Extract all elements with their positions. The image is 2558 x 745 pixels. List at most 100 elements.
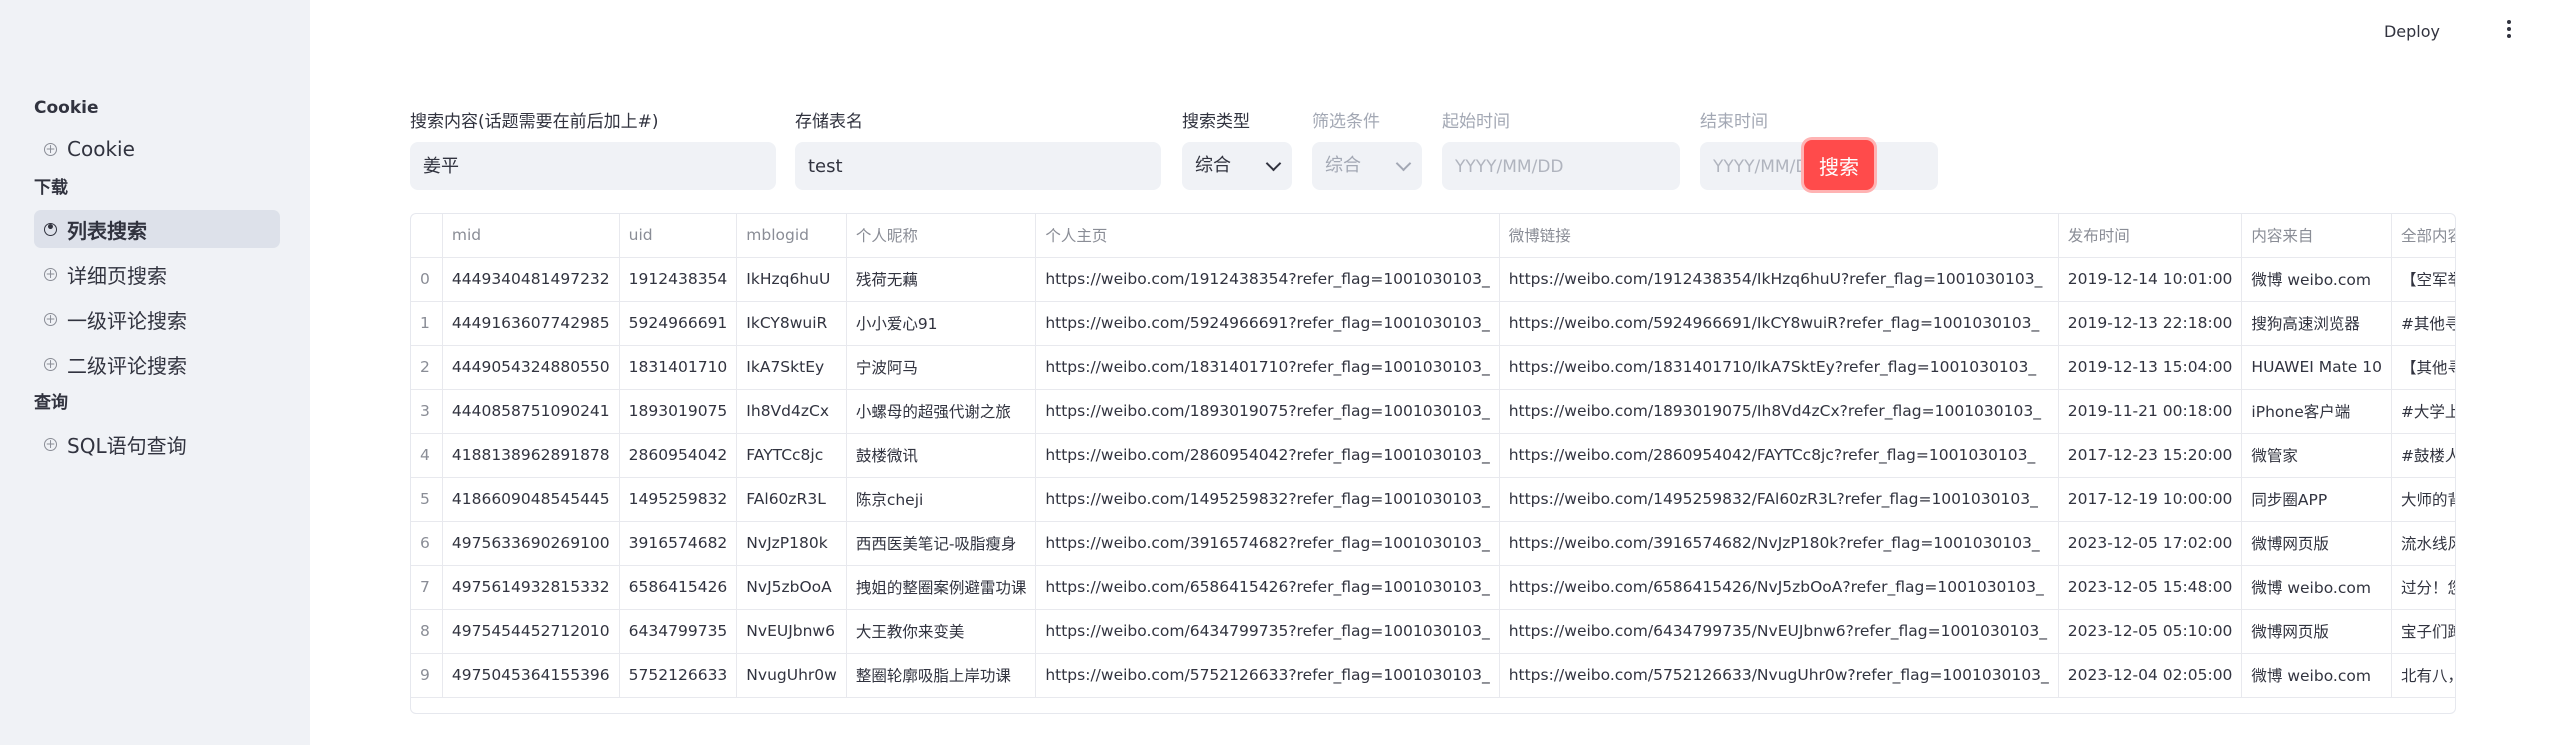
table-cell[interactable]: 2023-12-05 15:48:00: [2058, 565, 2243, 610]
table-cell[interactable]: 搜狗高速浏览器: [2241, 301, 2392, 346]
table-cell[interactable]: 4449340481497232: [442, 257, 620, 302]
table-cell[interactable]: 4188138962891878: [442, 433, 620, 478]
table-row[interactable]: 0 4449340481497232 1912438354 IkHzq6huU 残荷无藕…: [411, 257, 2455, 302]
table-cell[interactable]: 拽姐的整圈案例避雷功课: [846, 565, 1037, 610]
table-cell[interactable]: 4186609048545445: [442, 477, 620, 522]
table-cell[interactable]: 【其他寻人求助: [2391, 345, 2455, 390]
table-cell[interactable]: 4975633690269100: [442, 521, 620, 566]
table-cell[interactable]: 微博 weibo.com: [2241, 653, 2392, 698]
table-cell[interactable]: https://weibo.com/6586415426/NvJ5zbOoA?r…: [1499, 565, 2059, 610]
table-cell[interactable]: 4449163607742985: [442, 301, 620, 346]
sidebar-item-level2-comment-search[interactable]: 二级评论搜索: [34, 345, 280, 383]
table-cell[interactable]: 2019-12-14 10:01:00: [2058, 257, 2243, 302]
table-cell[interactable]: NvJ5zbOoA: [736, 565, 847, 610]
table-cell[interactable]: 小小爱心91: [846, 301, 1037, 346]
row-index[interactable]: 7: [411, 565, 443, 610]
table-cell[interactable]: 2017-12-23 15:20:00: [2058, 433, 2243, 478]
table-cell[interactable]: 同步圈APP: [2241, 477, 2392, 522]
table-cell[interactable]: 3916574682: [619, 521, 738, 566]
table-cell[interactable]: NvugUhr0w: [736, 653, 847, 698]
table-cell[interactable]: IkCY8wuiR: [736, 301, 847, 346]
table-cell[interactable]: https://weibo.com/1495259832/FAl60zR3L?r…: [1499, 477, 2059, 522]
table-row[interactable]: 4 4188138962891878 2860954042 FAYTCc8jc 鼓楼微讯…: [411, 433, 2455, 478]
table-cell[interactable]: 5752126633: [619, 653, 738, 698]
table-cell[interactable]: 4440858751090241: [442, 389, 620, 434]
column-header[interactable]: 个人主页: [1035, 214, 1500, 258]
table-cell[interactable]: https://weibo.com/1495259832?refer_flag=…: [1035, 477, 1500, 522]
table-row[interactable]: 9 4975045364155396 5752126633 NvugUhr0w 整圈轮廓…: [411, 653, 2455, 698]
table-cell[interactable]: https://weibo.com/5752126633/NvugUhr0w?r…: [1499, 653, 2059, 698]
table-cell[interactable]: 1831401710: [619, 345, 738, 390]
row-index[interactable]: 3: [411, 389, 443, 434]
table-cell[interactable]: 微博 weibo.com: [2241, 565, 2392, 610]
row-index[interactable]: 4: [411, 433, 443, 478]
table-cell[interactable]: 6434799735: [619, 609, 738, 654]
table-cell[interactable]: 残荷无藕: [846, 257, 1037, 302]
table-name-input[interactable]: test: [795, 142, 1161, 190]
table-cell[interactable]: 1912438354: [619, 257, 738, 302]
table-cell[interactable]: NvEUJbnw6: [736, 609, 847, 654]
filter-select[interactable]: 综合: [1312, 142, 1422, 190]
table-cell[interactable]: 微博网页版: [2241, 521, 2392, 566]
sidebar-item-list-search[interactable]: 列表搜索: [34, 210, 280, 248]
table-cell[interactable]: 大师的背影…三: [2391, 477, 2455, 522]
table-cell[interactable]: https://weibo.com/1912438354?refer_flag=…: [1035, 257, 1500, 302]
table-cell[interactable]: 2019-12-13 15:04:00: [2058, 345, 2243, 390]
sidebar-item-sql-query[interactable]: SQL语句查询: [34, 425, 280, 463]
table-cell[interactable]: 1893019075: [619, 389, 738, 434]
column-header[interactable]: 微博链接: [1499, 214, 2059, 258]
table-cell[interactable]: 微博 weibo.com: [2241, 257, 2392, 302]
table-cell[interactable]: 微博网页版: [2241, 609, 2392, 654]
column-header[interactable]: uid: [619, 214, 738, 258]
table-cell[interactable]: 6586415426: [619, 565, 738, 610]
column-header[interactable]: 个人昵称: [846, 214, 1037, 258]
sidebar-item-detail-search[interactable]: 详细页搜索: [34, 255, 280, 293]
table-cell[interactable]: 4975454452712010: [442, 609, 620, 654]
table-cell[interactable]: 5924966691: [619, 301, 738, 346]
row-index[interactable]: 5: [411, 477, 443, 522]
column-header[interactable]: 全部内容: [2391, 214, 2455, 258]
table-cell[interactable]: 4975045364155396: [442, 653, 620, 698]
table-cell[interactable]: 2019-11-21 00:18:00: [2058, 389, 2243, 434]
table-cell[interactable]: HUAWEI Mate 10: [2241, 345, 2392, 390]
table-cell[interactable]: 4975614932815332: [442, 565, 620, 610]
table-row[interactable]: 5 4186609048545445 1495259832 FAl60zR3L 陈京ch…: [411, 477, 2455, 522]
table-cell[interactable]: https://weibo.com/5924966691/IkCY8wuiR?r…: [1499, 301, 2059, 346]
row-index[interactable]: 1: [411, 301, 443, 346]
table-row[interactable]: 7 4975614932815332 6586415426 NvJ5zbOoA 拽姐的整…: [411, 565, 2455, 610]
table-cell[interactable]: https://weibo.com/1831401710/IkA7SktEy?r…: [1499, 345, 2059, 390]
start-time-input[interactable]: YYYY/MM/DD: [1442, 142, 1680, 190]
column-header[interactable]: [411, 214, 443, 258]
table-cell[interactable]: 2860954042: [619, 433, 738, 478]
table-cell[interactable]: 陈京cheji: [846, 477, 1037, 522]
row-index[interactable]: 9: [411, 653, 443, 698]
table-cell[interactable]: 2019-12-13 22:18:00: [2058, 301, 2243, 346]
more-vertical-icon[interactable]: [2504, 20, 2514, 44]
table-row[interactable]: 2 4449054324880550 1831401710 IkA7SktEy 宁波阿马…: [411, 345, 2455, 390]
table-cell[interactable]: 小螺母的超强代谢之旅: [846, 389, 1037, 434]
table-cell[interactable]: 4449054324880550: [442, 345, 620, 390]
table-cell[interactable]: #其他寻人# 寻: [2391, 301, 2455, 346]
table-cell[interactable]: FAYTCc8jc: [736, 433, 847, 478]
table-cell[interactable]: https://weibo.com/2860954042/FAYTCc8jc?r…: [1499, 433, 2059, 478]
table-cell[interactable]: Ih8Vd4zCx: [736, 389, 847, 434]
table-cell[interactable]: 微管家: [2241, 433, 2392, 478]
sidebar-item-cookie[interactable]: Cookie: [34, 130, 280, 168]
deploy-button[interactable]: Deploy: [2384, 22, 2440, 41]
search-content-input[interactable]: 姜平: [410, 142, 776, 190]
table-row[interactable]: 1 4449163607742985 5924966691 IkCY8wuiR 小小爱心…: [411, 301, 2455, 346]
table-cell[interactable]: https://weibo.com/6434799735/NvEUJbnw6?r…: [1499, 609, 2059, 654]
table-cell[interactable]: https://weibo.com/5752126633?refer_flag=…: [1035, 653, 1500, 698]
row-index[interactable]: 8: [411, 609, 443, 654]
row-index[interactable]: 0: [411, 257, 443, 302]
column-header[interactable]: mblogid: [736, 214, 847, 258]
search-type-select[interactable]: 综合: [1182, 142, 1292, 190]
table-cell[interactable]: iPhone客户端: [2241, 389, 2392, 434]
table-cell[interactable]: 2023-12-05 17:02:00: [2058, 521, 2243, 566]
table-cell[interactable]: 【空军举行将官: [2391, 257, 2455, 302]
table-cell[interactable]: 大王教你来变美: [846, 609, 1037, 654]
table-cell[interactable]: IkHzq6huU: [736, 257, 847, 302]
table-cell[interactable]: https://weibo.com/1893019075/Ih8Vd4zCx?r…: [1499, 389, 2059, 434]
table-cell[interactable]: https://weibo.com/6586415426?refer_flag=…: [1035, 565, 1500, 610]
table-cell[interactable]: https://weibo.com/6434799735?refer_flag=…: [1035, 609, 1500, 654]
